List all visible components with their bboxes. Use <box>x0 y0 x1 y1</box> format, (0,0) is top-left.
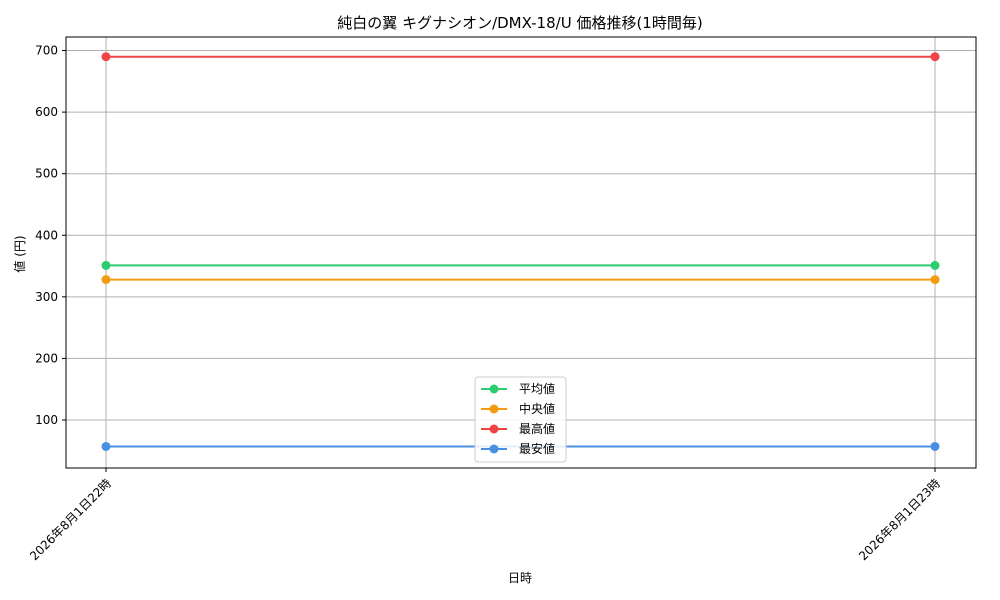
series-2 <box>101 52 940 62</box>
y-tick-label: 700 <box>35 44 58 58</box>
legend-swatch-marker <box>489 424 499 434</box>
y-tick-label: 300 <box>35 290 58 304</box>
y-tick-label: 100 <box>35 413 58 427</box>
legend: 平均値中央値最高値最安値 <box>474 376 567 463</box>
data-point <box>930 275 940 285</box>
data-point <box>101 275 111 285</box>
legend-label: 最高値 <box>519 421 555 436</box>
legend-label: 中央値 <box>519 401 555 416</box>
x-axis-label: 日時 <box>508 571 532 585</box>
x-tick-label: 2026年8月1日23時 <box>856 476 943 563</box>
legend-label: 最安値 <box>519 441 555 456</box>
y-tick-label: 400 <box>35 228 58 242</box>
data-point <box>930 260 940 270</box>
legend-swatch-marker <box>489 404 499 414</box>
data-point <box>101 441 111 451</box>
y-axis-label: 値 (円) <box>12 235 27 272</box>
legend-swatch-marker <box>489 444 499 454</box>
data-point <box>101 260 111 270</box>
y-tick-label: 200 <box>35 351 58 365</box>
legend-swatch-marker <box>489 384 499 394</box>
series-0 <box>101 260 940 270</box>
data-point <box>101 52 111 62</box>
series-1 <box>101 275 940 285</box>
x-tick-label: 2026年8月1日22時 <box>27 476 114 563</box>
y-axis: 100 200 300 400 500 600 700 <box>35 44 66 427</box>
chart-title: 純白の翼 キグナシオン/DMX-18/U 価格推移(1時間毎) <box>337 14 702 32</box>
y-tick-label: 600 <box>35 105 58 119</box>
x-axis: 2026年8月1日22時 2026年8月1日23時 <box>27 468 943 563</box>
legend-label: 平均値 <box>519 381 555 396</box>
data-point <box>930 52 940 62</box>
data-point <box>930 441 940 451</box>
y-tick-label: 500 <box>35 167 58 181</box>
price-line-chart: 純白の翼 キグナシオン/DMX-18/U 価格推移(1時間毎) 100 200 30… <box>12 14 977 585</box>
